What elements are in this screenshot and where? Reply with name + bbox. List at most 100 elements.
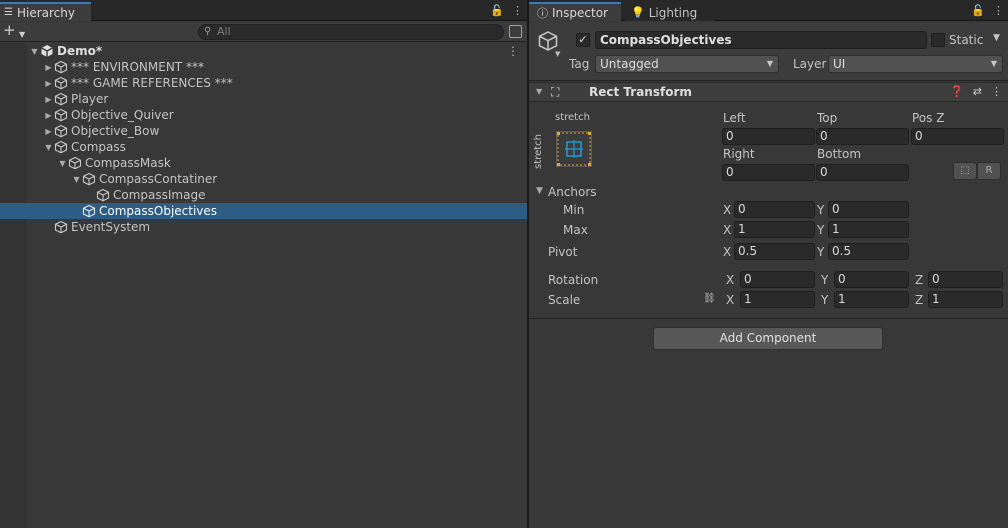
constrain-proportions-icon[interactable]: ⛓ bbox=[703, 293, 716, 304]
axis-z-label: Z bbox=[915, 273, 924, 287]
item-label: Compass bbox=[71, 140, 126, 154]
posz-field[interactable]: 0 bbox=[911, 128, 1004, 145]
raw-edit-button[interactable]: R bbox=[977, 162, 1001, 180]
gameobject-cube-icon bbox=[82, 172, 96, 186]
list-item[interactable]: ▼ CompassMask bbox=[0, 155, 527, 171]
axis-x-label: X bbox=[723, 245, 732, 259]
anchor-min-y-field[interactable]: 0 bbox=[828, 201, 909, 218]
scale-x-field[interactable]: 1 bbox=[740, 291, 815, 308]
active-checkbox[interactable]: ✓ bbox=[576, 33, 590, 47]
gameobject-cube-icon bbox=[68, 156, 82, 170]
anchor-preset-top-label: stretch bbox=[555, 112, 590, 123]
fold-arrow-icon[interactable]: ▼ bbox=[536, 186, 543, 196]
create-button[interactable]: + ▼ bbox=[3, 23, 29, 40]
fold-arrow-icon[interactable]: ▶ bbox=[43, 79, 54, 88]
anchor-preset-button[interactable] bbox=[556, 131, 592, 167]
hierarchy-panel: ☰ Hierarchy 🔓 ⋮ + ▼ ⚲ All ▼ Demo* ⋮ ▶ ***… bbox=[0, 0, 527, 528]
min-label: Min bbox=[563, 203, 585, 217]
pivot-x-field[interactable]: 0.5 bbox=[734, 243, 815, 260]
hierarchy-search-input[interactable]: ⚲ All bbox=[198, 24, 504, 40]
item-label: CompassObjectives bbox=[99, 204, 218, 218]
anchor-max-x-field[interactable]: 1 bbox=[734, 221, 815, 238]
rotation-z-field[interactable]: 0 bbox=[928, 271, 1003, 288]
scene-row[interactable]: ▼ Demo* ⋮ bbox=[0, 43, 527, 59]
fold-arrow-icon[interactable]: ▶ bbox=[43, 111, 54, 120]
fold-arrow-icon[interactable]: ▶ bbox=[43, 63, 54, 72]
static-dropdown-icon[interactable]: ▼ bbox=[993, 33, 1000, 43]
kebab-menu-icon[interactable]: ⋮ bbox=[993, 4, 1004, 17]
gameobject-cube-icon bbox=[96, 188, 110, 202]
item-label: CompassContatiner bbox=[99, 172, 218, 186]
lock-icon[interactable]: 🔓 bbox=[971, 4, 985, 17]
list-item-selected[interactable]: CompassObjectives bbox=[0, 203, 527, 219]
left-field[interactable]: 0 bbox=[722, 128, 815, 145]
fold-arrow-icon[interactable]: ▼ bbox=[71, 175, 82, 184]
axis-z-label: Z bbox=[915, 293, 924, 307]
tab-hierarchy[interactable]: ☰ Hierarchy bbox=[0, 2, 91, 21]
axis-y-label: Y bbox=[821, 293, 829, 307]
kebab-menu-icon[interactable]: ⋮ bbox=[991, 85, 1002, 98]
anchor-min-x-field[interactable]: 0 bbox=[734, 201, 815, 218]
component-title: Rect Transform bbox=[589, 85, 692, 99]
scale-y-field[interactable]: 1 bbox=[834, 291, 909, 308]
tab-inspector-label: Inspector bbox=[552, 5, 608, 20]
static-checkbox[interactable] bbox=[931, 33, 945, 47]
fold-arrow-icon[interactable]: ▼ bbox=[536, 87, 542, 96]
fold-arrow-icon[interactable]: ▶ bbox=[43, 95, 54, 104]
kebab-menu-icon[interactable]: ⋮ bbox=[512, 4, 523, 17]
rect-transform-header[interactable]: ▼ ⛶ Rect Transform ❓ ⇄ ⋮ bbox=[529, 82, 1008, 102]
hierarchy-tabbar: ☰ Hierarchy 🔓 ⋮ bbox=[0, 0, 527, 21]
gameobject-cube-icon bbox=[54, 220, 68, 234]
pivot-y-field[interactable]: 0.5 bbox=[828, 243, 909, 260]
fold-arrow-icon[interactable]: ▶ bbox=[43, 127, 54, 136]
gameobject-cube-icon bbox=[54, 92, 68, 106]
list-item[interactable]: ▶ Objective_Bow bbox=[0, 123, 527, 139]
list-item[interactable]: ▼ Compass bbox=[0, 139, 527, 155]
fold-arrow-icon[interactable]: ▼ bbox=[29, 47, 40, 56]
lock-icon[interactable]: 🔓 bbox=[490, 4, 504, 17]
help-icon[interactable]: ❓ bbox=[950, 85, 964, 98]
rotation-y-field[interactable]: 0 bbox=[834, 271, 909, 288]
top-field[interactable]: 0 bbox=[816, 128, 909, 145]
info-icon: ⓘ bbox=[537, 6, 548, 20]
tag-dropdown[interactable]: Untagged ▼ bbox=[595, 55, 779, 73]
chevron-down-icon: ▼ bbox=[766, 59, 773, 68]
item-label: CompassImage bbox=[113, 188, 206, 202]
axis-y-label: Y bbox=[821, 273, 829, 287]
tab-lighting[interactable]: 💡 Lighting bbox=[625, 2, 715, 21]
fold-arrow-icon[interactable]: ▼ bbox=[43, 143, 54, 152]
lightbulb-icon: 💡 bbox=[631, 6, 645, 19]
scale-z-field[interactable]: 1 bbox=[928, 291, 1003, 308]
layer-label: Layer bbox=[793, 57, 827, 71]
list-item[interactable]: ▶ Player bbox=[0, 91, 527, 107]
static-label: Static bbox=[949, 33, 984, 47]
item-label: *** ENVIRONMENT *** bbox=[71, 60, 204, 74]
gameobject-cube-icon[interactable] bbox=[537, 30, 559, 52]
list-item[interactable]: CompassImage bbox=[0, 187, 527, 203]
right-label: Right bbox=[723, 147, 755, 161]
list-item[interactable]: ▶ *** ENVIRONMENT *** bbox=[0, 59, 527, 75]
item-label: Objective_Quiver bbox=[71, 108, 174, 122]
rotation-x-field[interactable]: 0 bbox=[740, 271, 815, 288]
right-field[interactable]: 0 bbox=[722, 164, 815, 181]
top-label: Top bbox=[817, 111, 838, 125]
item-label: Objective_Bow bbox=[71, 124, 160, 138]
add-component-button[interactable]: Add Component bbox=[653, 327, 883, 350]
tab-inspector[interactable]: ⓘ Inspector bbox=[529, 2, 621, 21]
fold-arrow-icon[interactable]: ▼ bbox=[57, 159, 68, 168]
anchor-max-y-field[interactable]: 1 bbox=[828, 221, 909, 238]
presets-icon[interactable]: ⇄ bbox=[973, 85, 982, 98]
list-item[interactable]: ▼ CompassContatiner bbox=[0, 171, 527, 187]
list-item[interactable]: EventSystem bbox=[0, 219, 527, 235]
scene-label: Demo* bbox=[57, 44, 103, 58]
search-mode-icon[interactable] bbox=[509, 25, 522, 38]
blueprint-mode-button[interactable]: ⬚ bbox=[953, 162, 977, 180]
object-name-field[interactable]: CompassObjectives bbox=[595, 31, 927, 49]
list-item[interactable]: ▶ Objective_Quiver bbox=[0, 107, 527, 123]
scene-kebab-icon[interactable]: ⋮ bbox=[507, 44, 519, 58]
inspector-header: ▼ ✓ CompassObjectives Static ▼ Tag Untag… bbox=[529, 22, 1008, 81]
layer-dropdown[interactable]: UI ▼ bbox=[828, 55, 1003, 73]
gameobject-cube-icon bbox=[54, 60, 68, 74]
bottom-field[interactable]: 0 bbox=[816, 164, 909, 181]
list-item[interactable]: ▶ *** GAME REFERENCES *** bbox=[0, 75, 527, 91]
